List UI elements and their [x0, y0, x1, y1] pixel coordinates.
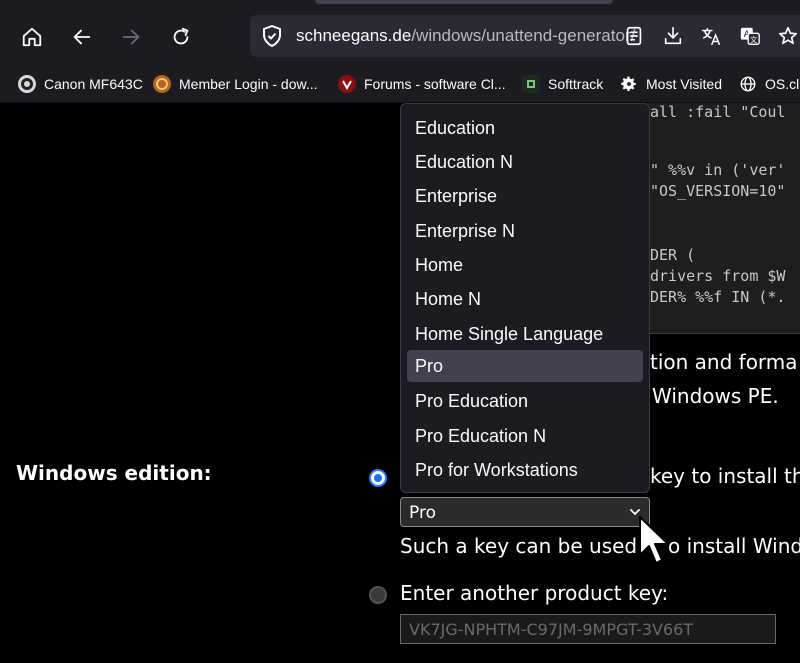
home-icon[interactable]	[17, 22, 47, 52]
bookmarks-bar: Canon MF643C Member Login - dow... Forum…	[0, 66, 800, 103]
dropdown-option-home-n[interactable]: Home N	[407, 283, 643, 315]
gear-icon	[620, 75, 638, 93]
bookmark-label: OS.cli	[765, 76, 800, 92]
dropdown-option-home[interactable]: Home	[407, 249, 643, 281]
code-line: all :fail "Coul	[650, 103, 786, 121]
forward-arrow-icon[interactable]	[116, 22, 146, 52]
bookmark-forums[interactable]: Forums - software Cl...	[338, 73, 506, 95]
script-code-block: all :fail "Coul " %%v in ('ver' "OS_VERS…	[640, 103, 800, 334]
bookmark-most-visited[interactable]: Most Visited	[620, 73, 722, 95]
dropdown-option-pro-education[interactable]: Pro Education	[407, 385, 643, 417]
bookmark-os-cli[interactable]: OS.cli	[739, 73, 800, 95]
member-favicon	[153, 75, 171, 93]
bookmark-label: Softtrack	[548, 76, 604, 92]
mouse-pointer-icon	[639, 516, 669, 564]
dropdown-option-enterprise[interactable]: Enterprise	[407, 180, 643, 212]
active-tab-edge[interactable]	[315, 0, 613, 4]
dropdown-option-enterprise-n[interactable]: Enterprise N	[407, 215, 643, 247]
translate-icon[interactable]	[699, 24, 723, 48]
code-line: " %%v in ('ver'	[650, 161, 786, 179]
enter-product-key-label: Enter another product key:	[400, 581, 669, 605]
code-line: "OS_VERSION=10"	[650, 182, 786, 200]
generic-key-option-text: key to install th	[650, 464, 800, 488]
url-host: schneegans.de	[296, 26, 412, 45]
bookmark-canon[interactable]: Canon MF643C	[18, 73, 143, 95]
canon-favicon	[18, 75, 36, 93]
bookmark-label: Forums - software Cl...	[364, 76, 506, 92]
softtrack-favicon	[522, 75, 540, 93]
url-path: /windows/unattend-generator/	[411, 26, 636, 45]
dropdown-option-pro[interactable]: Pro	[407, 350, 643, 382]
dropdown-option-pro-for-workstations[interactable]: Pro for Workstations	[407, 454, 643, 486]
use-generic-key-radio[interactable]	[369, 469, 387, 487]
globe-icon	[739, 75, 757, 93]
bookmark-member-login[interactable]: Member Login - dow...	[153, 73, 318, 95]
browser-toolbar: schneegans.de/windows/unattend-generator…	[0, 0, 800, 66]
dropdown-option-education-n[interactable]: Education N	[407, 146, 643, 178]
key-hint-right: o install Windo	[668, 534, 800, 558]
reader-view-icon[interactable]	[622, 24, 646, 48]
key-hint-left: Such a key can be used	[400, 534, 638, 558]
bookmark-label: Most Visited	[646, 76, 722, 92]
windows-edition-label: Windows edition:	[16, 461, 212, 485]
forums-favicon	[338, 75, 356, 93]
description-line-1: tion and forma	[650, 350, 798, 374]
url-text[interactable]: schneegans.de/windows/unattend-generator…	[296, 26, 635, 46]
bookmark-label: Canon MF643C	[44, 76, 143, 92]
download-icon[interactable]	[661, 24, 685, 48]
dropdown-option-education[interactable]: Education	[407, 112, 643, 144]
url-bar[interactable]: schneegans.de/windows/unattend-generator…	[250, 15, 800, 57]
dropdown-option-home-single-language[interactable]: Home Single Language	[407, 318, 643, 350]
edition-dropdown-list: Education Education N Enterprise Enterpr…	[400, 103, 650, 493]
star-icon[interactable]	[776, 24, 800, 48]
bookmark-softtrack[interactable]: Softtrack	[522, 73, 603, 95]
svg-text:文: 文	[750, 35, 758, 44]
description-line-2: Windows PE.	[652, 384, 779, 408]
code-line: DER% %%f IN (*.	[650, 288, 786, 306]
product-key-input[interactable]	[400, 614, 776, 644]
code-line: drivers from $W	[650, 267, 786, 285]
edition-select[interactable]: Pro	[400, 497, 650, 527]
back-arrow-icon[interactable]	[67, 22, 97, 52]
dropdown-option-pro-education-n[interactable]: Pro Education N	[407, 420, 643, 452]
code-line: DER (	[650, 246, 696, 264]
bookmark-label: Member Login - dow...	[179, 76, 318, 92]
edition-select-value: Pro	[409, 503, 436, 523]
translate-page-icon[interactable]: A文	[738, 24, 762, 48]
shield-icon[interactable]	[260, 24, 284, 48]
reload-icon[interactable]	[166, 22, 196, 52]
enter-product-key-radio[interactable]	[369, 586, 387, 604]
